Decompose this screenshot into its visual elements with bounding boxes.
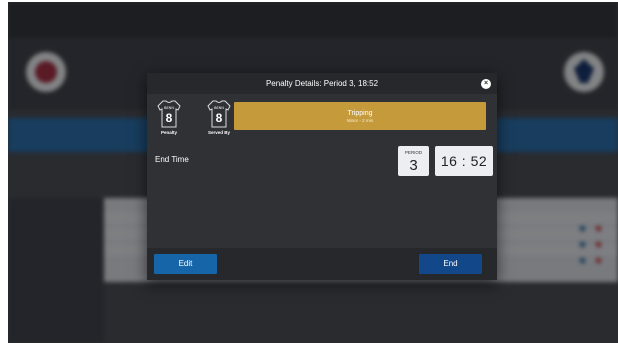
served-by-player-number: 8 [215, 111, 223, 125]
period-value: 3 [409, 157, 418, 174]
close-icon[interactable]: × [481, 79, 491, 89]
penalty-player-name: BENN [164, 106, 174, 110]
scorekeeper-app: Penalty Details: Period 3, 18:52 × BENN … [8, 2, 618, 343]
served-by-caption: Served By [207, 130, 230, 135]
penalty-caption: Penalty [160, 130, 177, 135]
modal-footer: Edit End [147, 248, 497, 280]
penalty-player-jersey[interactable]: BENN 8 [157, 100, 181, 128]
penalty-player-number: 8 [165, 111, 173, 125]
period-label: PERIOD [404, 150, 423, 155]
end-time-input[interactable]: 16 : 52 [435, 146, 493, 176]
served-by-jersey[interactable]: BENN 8 [207, 100, 231, 128]
period-selector[interactable]: PERIOD 3 [398, 146, 429, 176]
edit-button[interactable]: Edit [154, 254, 217, 274]
penalty-details-modal: Penalty Details: Period 3, 18:52 × BENN … [147, 73, 497, 280]
penalty-type: Tripping [347, 110, 373, 117]
modal-header: Penalty Details: Period 3, 18:52 × [147, 73, 497, 94]
end-button[interactable]: End [419, 254, 482, 274]
penalty-type-bar[interactable]: Tripping Minor - 2 min [234, 102, 486, 130]
modal-title: Penalty Details: Period 3, 18:52 [265, 79, 379, 88]
end-time-label: End Time [155, 155, 189, 164]
served-by-player-name: BENN [214, 106, 224, 110]
penalty-duration: Minor - 2 min [346, 118, 374, 123]
end-time-value: 16 : 52 [440, 153, 488, 169]
